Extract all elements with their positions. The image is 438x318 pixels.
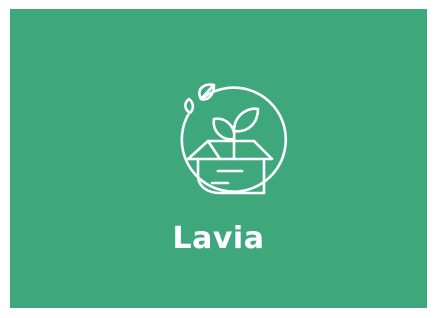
sprout-box-logo-icon [180,83,288,195]
brand-name: Lavia [172,221,265,256]
splash-screen: Lavia [10,9,427,308]
